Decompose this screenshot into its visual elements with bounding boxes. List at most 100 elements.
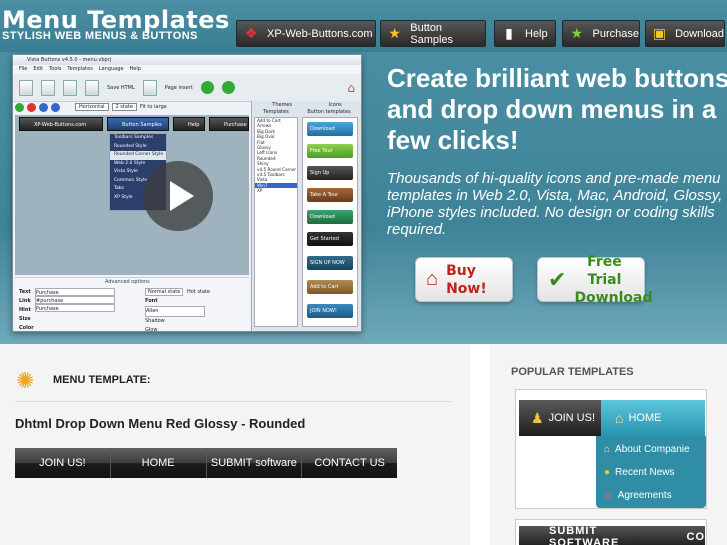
popular-dropdown-item[interactable]: ● Recent News <box>596 462 706 482</box>
preview-button[interactable]: Button Samples <box>107 117 169 131</box>
content-area: ✺ MENU TEMPLATE: Dhtml Drop Down Menu Re… <box>0 344 727 545</box>
popular-template-thumb[interactable]: SUBMIT SOFTWARE CO <box>515 519 707 545</box>
save-icon[interactable] <box>63 79 77 96</box>
buy-now-button[interactable]: ⌂ Buy Now! <box>415 257 513 302</box>
app-screenshot[interactable]: Vista Buttons v4.5.0 - menu.vbprj File E… <box>12 54 362 333</box>
add-icon[interactable] <box>15 102 24 112</box>
check-icon: ✔ <box>548 266 567 292</box>
site-header: Menu Templates STYLISH WEB MENUS & BUTTO… <box>0 0 727 52</box>
fit-checkbox[interactable]: Fit to large <box>140 104 167 110</box>
back-icon[interactable] <box>200 81 214 94</box>
shadow-checkbox[interactable]: Shadow <box>145 317 212 326</box>
move-icon[interactable] <box>39 102 48 112</box>
link-field[interactable]: #purchase <box>35 296 115 304</box>
divider <box>15 401 452 402</box>
sun-icon: ✺ <box>16 368 35 393</box>
popular-templates-card: POPULAR TEMPLATES ♟ JOIN US! ⌂ HOME ⌂ Ab… <box>490 344 727 545</box>
text-label: Text <box>19 289 31 295</box>
hero-description: Thousands of hi-quality icons and pre-ma… <box>387 170 723 238</box>
demo-menu-item[interactable]: CONTACT US <box>302 448 397 478</box>
dropdown-item[interactable]: Toolbars Samples <box>110 134 166 143</box>
free-trial-button[interactable]: ✔ Free Trial Download <box>537 254 652 306</box>
nav-label: Download <box>675 27 724 40</box>
play-video-icon[interactable] <box>143 161 213 231</box>
save-html-label: Save HTML <box>107 84 135 91</box>
popular-menu-item[interactable]: ♟ JOIN US! <box>531 400 595 436</box>
demo-title: Dhtml Drop Down Menu Red Glossy - Rounde… <box>15 416 306 431</box>
menu-item[interactable]: Tools <box>49 65 61 74</box>
menu-template-heading: MENU TEMPLATE: <box>53 374 151 386</box>
template-thumb[interactable]: SIGN UP NOW <box>307 256 353 270</box>
hot-state-tab[interactable]: Hot state <box>185 289 212 295</box>
state-select[interactable]: 2 state <box>111 103 137 111</box>
popular-menu-item[interactable]: SUBMIT SOFTWARE <box>549 525 647 545</box>
popular-menu-label: JOIN US! <box>548 412 596 424</box>
help-icon: ▮ <box>505 25 513 41</box>
template-thumb[interactable]: Add to Cart <box>307 280 353 294</box>
demo-menu-item[interactable]: SUBMIT software <box>207 448 303 478</box>
star-icon: ★ <box>570 25 584 41</box>
popular-dropdown-item[interactable]: ⌂ About Companie <box>596 439 706 459</box>
xp-logo-icon: ❖ <box>244 25 258 41</box>
glow-checkbox[interactable]: Glow <box>145 326 212 335</box>
home-icon: ⌂ <box>347 80 355 95</box>
popular-dropdown-item[interactable]: ◎ Agreements <box>596 485 706 505</box>
link-label: Link <box>19 298 31 304</box>
template-thumb[interactable]: Sign Up <box>307 166 353 180</box>
demo-menu-item[interactable]: HOME <box>111 448 207 478</box>
button-templates-tab[interactable]: Button templates <box>307 109 351 115</box>
hint-field[interactable]: Purchase <box>35 304 115 312</box>
nav-button-samples[interactable]: ★ Button Samples <box>380 20 486 47</box>
template-list: Add to Cart Arrows Big Dark Big Oval Fla… <box>254 117 298 327</box>
templates-tab[interactable]: Templates <box>263 109 288 115</box>
menu-template-card: ✺ MENU TEMPLATE: Dhtml Drop Down Menu Re… <box>0 344 470 545</box>
nav-help[interactable]: ▮ Help <box>494 20 556 47</box>
page-insert-icon[interactable] <box>142 79 157 96</box>
nav-download[interactable]: ▣ Download <box>645 20 725 47</box>
demo-menu-item[interactable]: JOIN US! <box>15 448 111 478</box>
template-thumb[interactable]: Download <box>307 122 353 136</box>
nav-xp-web-buttons[interactable]: ❖ XP-Web-Buttons.com <box>236 20 376 47</box>
normal-state-tab[interactable]: Normal state <box>145 288 184 296</box>
popular-template-thumb[interactable]: ♟ JOIN US! ⌂ HOME ⌂ About Companie ● Rec… <box>515 389 707 509</box>
template-thumb[interactable]: Take A Tour <box>307 188 353 202</box>
preview-button[interactable]: Purchase <box>209 117 249 131</box>
new-file-icon[interactable] <box>19 79 33 96</box>
dropdown-item[interactable]: Rounded Style <box>110 143 166 152</box>
menu-item[interactable]: Language <box>99 65 124 74</box>
properties-panel: Advanced options Text Link Hint Size Col… <box>15 277 249 333</box>
popular-menu-item[interactable]: ⌂ HOME <box>601 400 705 436</box>
template-thumb[interactable]: Get Started <box>307 232 353 246</box>
app-title-bar: Vista Buttons v4.5.0 - menu.vbprj <box>13 55 361 65</box>
template-thumb[interactable]: Free Tour <box>307 144 353 158</box>
template-thumb[interactable]: Download <box>307 210 353 224</box>
delete-icon[interactable] <box>27 102 36 112</box>
popular-menu-label: HOME <box>628 412 662 424</box>
themes-tab[interactable]: Themes <box>272 102 292 108</box>
icons-tab[interactable]: Icons <box>329 102 342 108</box>
users-icon: ♟ <box>531 409 544 426</box>
menu-item[interactable]: Templates <box>67 65 92 74</box>
forward-icon[interactable] <box>221 81 235 94</box>
dropdown-item[interactable]: Rounded Corner Style <box>110 151 166 160</box>
demo-menu-bar: JOIN US! HOME SUBMIT software CONTACT US <box>15 448 397 478</box>
template-list-item[interactable]: XP <box>255 188 297 193</box>
preview-button[interactable]: XP-Web-Buttons.com <box>19 117 103 131</box>
open-file-icon[interactable] <box>41 79 55 96</box>
orientation-select[interactable]: Horizontal <box>75 103 109 111</box>
template-thumb[interactable]: JOIN NOW! <box>307 304 353 318</box>
menu-item[interactable]: File <box>19 65 27 74</box>
font-select[interactable]: Allen <box>145 306 205 317</box>
download-icon: ▣ <box>652 25 667 41</box>
menu-item[interactable]: Help <box>130 65 141 74</box>
text-field[interactable]: Purchase <box>35 288 115 296</box>
popular-menu-bar: SUBMIT SOFTWARE CO <box>519 525 706 545</box>
popular-menu-item[interactable]: CO <box>687 531 706 543</box>
move-icon[interactable] <box>51 102 60 112</box>
preview-button[interactable]: Help <box>173 117 205 131</box>
popular-menu-bar: ♟ JOIN US! ⌂ HOME <box>519 400 705 436</box>
advanced-options-link[interactable]: Advanced options <box>105 279 150 285</box>
save-html-icon[interactable] <box>85 79 99 96</box>
menu-item[interactable]: Edit <box>33 65 43 74</box>
nav-purchase[interactable]: ★ Purchase <box>562 20 640 47</box>
